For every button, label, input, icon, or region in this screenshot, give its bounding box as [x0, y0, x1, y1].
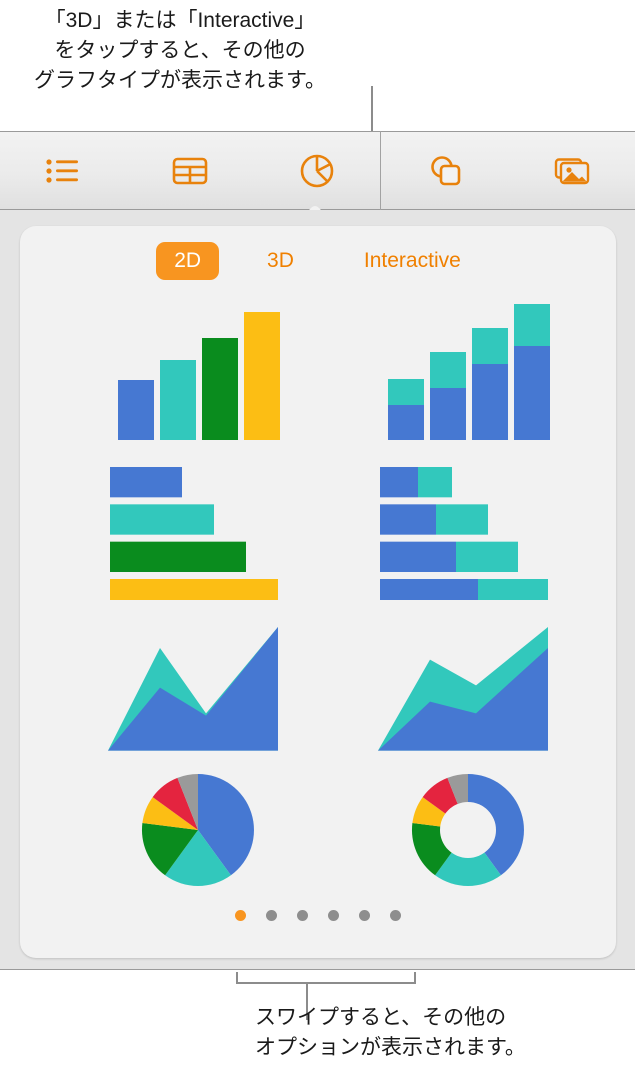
screenshot-root: 「3D」または「Interactive」 をタップすると、その他の グラフタイプ… — [0, 0, 635, 1076]
page-dot-1[interactable] — [234, 910, 246, 921]
tab-2d[interactable]: 2D — [156, 242, 220, 280]
chart-thumb-column[interactable] — [88, 300, 308, 440]
toolbar-button-shapes[interactable] — [381, 132, 508, 209]
chart-thumb-bar[interactable] — [88, 460, 308, 600]
page-dot-4[interactable] — [327, 910, 339, 921]
page-dot-5[interactable] — [358, 910, 370, 921]
chart-type-grid — [20, 300, 616, 900]
tab-interactive[interactable]: Interactive — [346, 242, 479, 280]
shapes-icon — [423, 149, 467, 193]
tab-3d[interactable]: 3D — [249, 242, 312, 280]
page-dot-2[interactable] — [265, 910, 277, 921]
bottom-callout-bracket-left-tick — [236, 972, 238, 984]
page-dot-6[interactable] — [389, 910, 401, 921]
media-icon — [550, 149, 594, 193]
toolbar — [0, 131, 635, 210]
bottom-callout-text: スワイプすると、その他の オプションが表示されます。 — [255, 1006, 526, 1059]
chart-dimension-tabs: 2D 3D Interactive — [0, 240, 635, 282]
chart-thumb-stacked-area[interactable] — [358, 620, 578, 760]
list-icon — [41, 149, 85, 193]
toolbar-button-media[interactable] — [508, 132, 635, 209]
bottom-callout-bracket-right-tick — [414, 972, 416, 984]
page-indicator-dots — [0, 910, 635, 921]
chart-thumb-area[interactable] — [88, 620, 308, 760]
toolbar-button-chart[interactable] — [254, 132, 381, 209]
bottom-callout-bracket-horizontal — [236, 982, 416, 984]
chart-thumb-pie[interactable] — [88, 770, 308, 890]
table-icon — [168, 149, 212, 193]
chart-icon — [295, 149, 339, 193]
chart-thumb-stacked-bar[interactable] — [358, 460, 578, 600]
toolbar-button-table[interactable] — [127, 132, 254, 209]
toolbar-button-list[interactable] — [0, 132, 127, 209]
page-dot-3[interactable] — [296, 910, 308, 921]
chart-thumb-donut[interactable] — [358, 770, 578, 890]
top-callout-text: 「3D」または「Interactive」 をタップすると、その他の グラフタイプ… — [34, 9, 326, 92]
chart-thumb-stacked-column[interactable] — [358, 300, 578, 440]
